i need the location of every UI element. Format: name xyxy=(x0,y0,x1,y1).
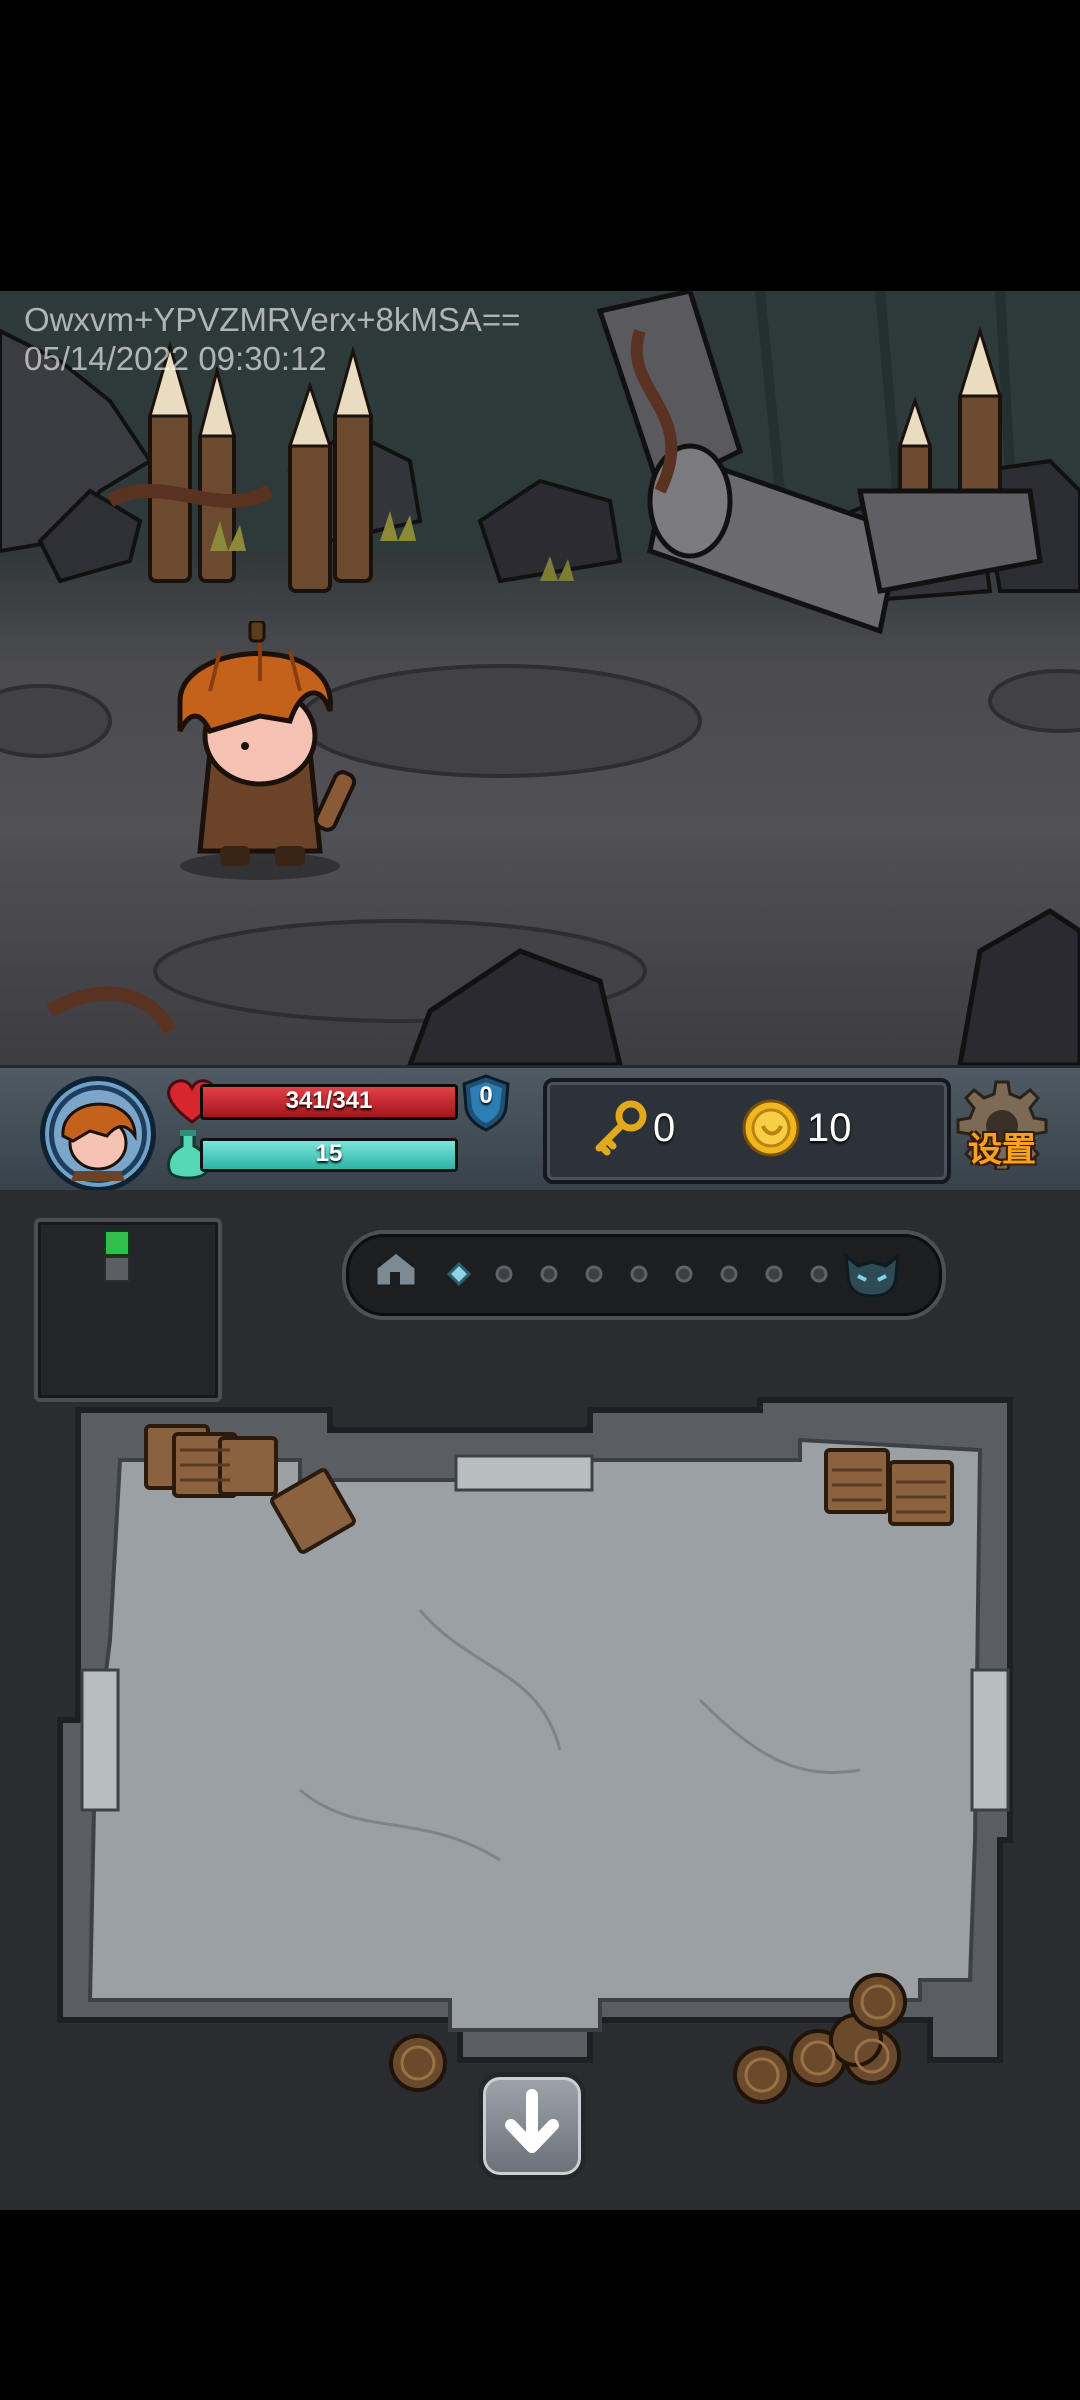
room-floor xyxy=(87,1437,983,2032)
current-position-marker xyxy=(446,1261,472,1287)
hp-text: 341/341 xyxy=(285,1087,373,1114)
north-doorway xyxy=(454,1454,594,1492)
resources-panel: 0 10 xyxy=(543,1078,951,1184)
avatar-portrait-icon xyxy=(54,1090,142,1181)
boss-icon xyxy=(844,1252,900,1298)
mana-text: 15 xyxy=(315,1140,343,1167)
progress-nodes xyxy=(374,1250,900,1298)
shield-value: 0 xyxy=(479,1082,493,1109)
hero-avatar[interactable] xyxy=(40,1076,156,1192)
east-doorway xyxy=(970,1668,1010,1812)
settings-label: 设置 xyxy=(968,1131,1036,1169)
bottom-bar xyxy=(0,2210,1080,2400)
exit-down-button[interactable] xyxy=(478,2072,586,2180)
watermark: Owxvm+YPVZMRVerx+8kMSA== 05/14/2022 09:3… xyxy=(24,300,520,378)
hero-character[interactable] xyxy=(150,621,370,881)
west-doorway xyxy=(80,1668,120,1812)
settings-button[interactable]: 设置 xyxy=(956,1078,1048,1178)
keys-count: 0 xyxy=(653,1106,676,1150)
watermark-timestamp: 05/14/2022 09:30:12 xyxy=(24,340,327,377)
minimap-room xyxy=(104,1256,130,1282)
arrow-down-icon xyxy=(505,2089,559,2153)
town-icon xyxy=(374,1250,418,1288)
status-bar: 341/341 0 15 0 10 设置 xyxy=(0,1065,1080,1193)
key-icon xyxy=(595,1100,647,1156)
progress-dots xyxy=(495,1265,828,1283)
dungeon-board xyxy=(0,1190,1080,2210)
floor-progress-track xyxy=(342,1230,946,1320)
coins-count: 10 xyxy=(807,1106,852,1150)
coin-icon xyxy=(742,1099,800,1157)
battle-scene xyxy=(0,291,1080,1065)
watermark-id: Owxvm+YPVZMRVerx+8kMSA== xyxy=(24,301,521,338)
minimap-current-room xyxy=(104,1230,130,1256)
dungeon-room xyxy=(57,1397,1013,2104)
